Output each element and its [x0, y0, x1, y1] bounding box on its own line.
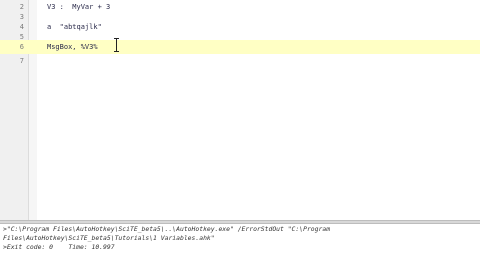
output-line: >Exit code: 0 Time: 10.997 — [3, 243, 115, 251]
editor-line[interactable]: 7 — [0, 54, 480, 68]
output-pane[interactable]: >"C:\Program Files\AutoHotkey\SciTE_beta… — [0, 224, 480, 270]
line-number: 7 — [19, 57, 24, 65]
output-line: Files\AutoHotkey\SciTE_beta5\Tutorials\1… — [3, 234, 215, 242]
output-line: >"C:\Program Files\AutoHotkey\SciTE_beta… — [3, 225, 331, 233]
ibeam-cursor-icon — [114, 38, 119, 52]
editor-pane[interactable]: 2 V3 : MyVar + 3 3 4 a "abtqajlk" 5 6 Ms… — [0, 0, 480, 220]
code-text[interactable]: MsgBox, %V3% — [47, 40, 98, 54]
editor-line-current[interactable]: 6 MsgBox, %V3% — [0, 40, 480, 54]
line-number: 6 — [19, 43, 24, 51]
